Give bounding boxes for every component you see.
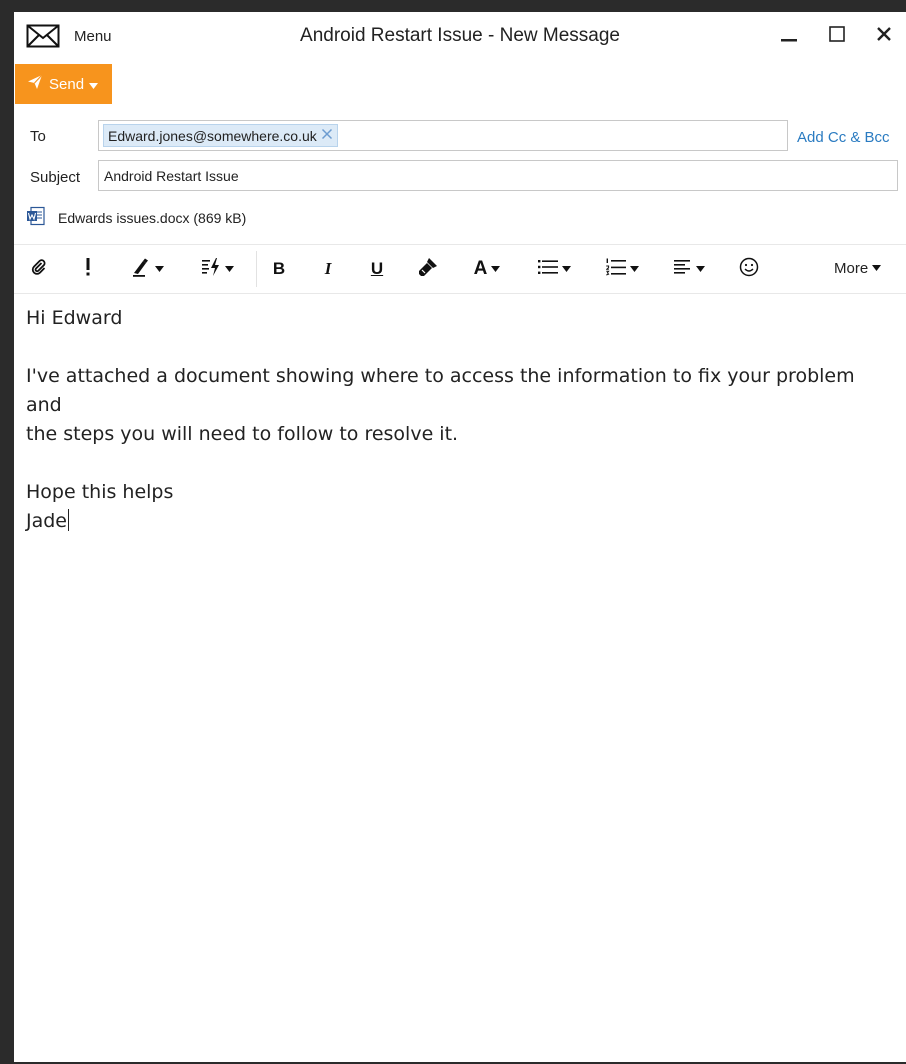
title-bar: Menu Android Restart Issue - New Message xyxy=(14,12,906,62)
body-signature: Jade xyxy=(26,510,67,532)
bullet-list-button[interactable] xyxy=(532,255,576,283)
recipient-chip[interactable]: Edward.jones@somewhere.co.uk xyxy=(103,124,338,147)
word-document-icon xyxy=(26,206,46,231)
menu-button[interactable]: Menu xyxy=(26,22,112,50)
highlight-button[interactable] xyxy=(126,255,168,283)
align-button[interactable] xyxy=(668,255,710,283)
attach-button[interactable] xyxy=(28,255,50,283)
mail-envelope-icon xyxy=(26,24,60,48)
to-field[interactable]: Edward.jones@somewhere.co.uk xyxy=(98,120,788,151)
text-cursor xyxy=(68,509,69,531)
recipient-address: Edward.jones@somewhere.co.uk xyxy=(108,127,317,144)
highlight-icon xyxy=(131,257,151,282)
body-greeting: Hi Edward xyxy=(26,307,123,329)
styles-button[interactable] xyxy=(196,255,238,283)
minimize-button[interactable] xyxy=(774,22,804,50)
format-toolbar: B I U A More xyxy=(14,244,906,294)
subject-input[interactable] xyxy=(98,160,898,191)
to-label: To xyxy=(30,128,46,145)
font-color-label: A xyxy=(473,258,488,279)
emoji-icon xyxy=(739,257,759,282)
chevron-down-icon xyxy=(224,264,234,275)
subject-label: Subject xyxy=(30,169,81,186)
close-icon xyxy=(875,25,893,48)
body-paragraph-line-1: I've attached a document showing where t… xyxy=(26,365,855,416)
numbered-list-icon xyxy=(604,258,626,281)
close-button[interactable] xyxy=(869,22,899,50)
send-button[interactable]: Send xyxy=(15,64,112,104)
add-cc-bcc-link[interactable]: Add Cc & Bcc xyxy=(797,129,890,146)
attach-icon xyxy=(31,258,47,280)
numbered-list-button[interactable] xyxy=(600,255,644,283)
more-button[interactable]: More xyxy=(834,260,882,277)
menu-label: Menu xyxy=(74,27,112,45)
toolbar-divider xyxy=(256,251,257,287)
send-icon xyxy=(27,74,43,94)
importance-button[interactable] xyxy=(78,255,98,283)
window-title: Android Restart Issue - New Message xyxy=(300,25,620,46)
attachment-name: Edwards issues.docx (869 kB) xyxy=(58,210,247,226)
chevron-down-icon xyxy=(154,264,164,275)
minimize-icon xyxy=(780,25,798,48)
maximize-button[interactable] xyxy=(822,22,852,50)
font-color-button[interactable]: A xyxy=(466,255,508,283)
align-icon xyxy=(673,259,692,280)
underline-button[interactable]: U xyxy=(366,255,388,283)
importance-icon xyxy=(84,257,92,281)
body-paragraph-line-2: the steps you will need to follow to res… xyxy=(26,423,459,445)
italic-button[interactable]: I xyxy=(318,255,338,283)
more-label: More xyxy=(834,260,869,277)
chevron-down-icon xyxy=(872,263,882,274)
body-closing: Hope this helps xyxy=(26,481,174,503)
format-painter-button[interactable] xyxy=(416,255,440,283)
chevron-down-icon xyxy=(695,264,705,275)
styles-icon xyxy=(201,257,221,282)
message-body[interactable]: Hi Edward I've attached a document showi… xyxy=(26,304,896,536)
bullet-list-icon xyxy=(537,259,558,280)
chevron-down-icon xyxy=(491,264,501,275)
chevron-down-icon xyxy=(629,264,639,275)
maximize-icon xyxy=(828,25,846,48)
chevron-down-icon xyxy=(561,264,571,275)
send-label: Send xyxy=(49,75,85,93)
bold-button[interactable]: B xyxy=(268,255,290,283)
emoji-button[interactable] xyxy=(738,255,760,283)
remove-recipient-icon[interactable] xyxy=(321,127,333,144)
chevron-down-icon xyxy=(89,76,99,93)
attachment-item[interactable]: Edwards issues.docx (869 kB) xyxy=(26,206,247,231)
body-signature-line: Jade xyxy=(26,507,896,536)
format-painter-icon xyxy=(418,257,438,282)
compose-window: Menu Android Restart Issue - New Message… xyxy=(14,12,906,1062)
